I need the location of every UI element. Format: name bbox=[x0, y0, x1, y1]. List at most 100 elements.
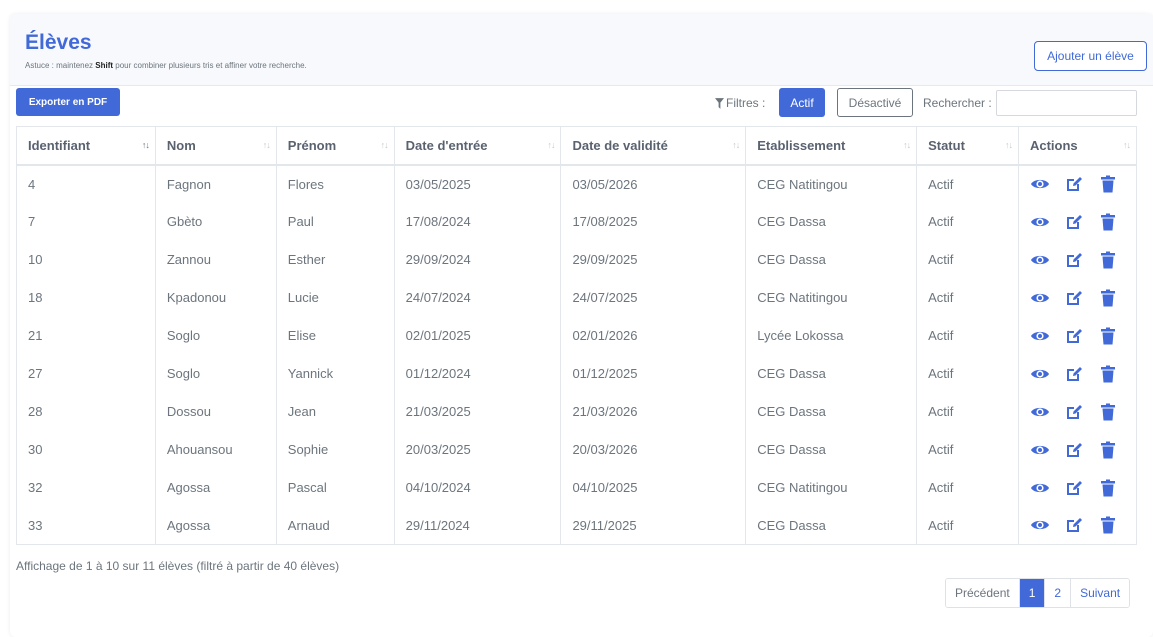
trash-icon[interactable] bbox=[1098, 440, 1118, 460]
cell-prenom: Arnaud bbox=[275, 506, 395, 545]
next-page-button[interactable]: Suivant bbox=[1070, 579, 1130, 607]
col-header-statut[interactable]: Statut ↑↓ bbox=[916, 126, 1019, 166]
col-label: Nom bbox=[166, 137, 196, 153]
trash-icon[interactable] bbox=[1098, 515, 1118, 535]
cell-nom: Agossa bbox=[154, 468, 277, 507]
col-header-nom[interactable]: Nom ↑↓ bbox=[154, 126, 277, 166]
cell-prenom: Sophie bbox=[275, 430, 395, 469]
edit-icon[interactable] bbox=[1064, 440, 1084, 460]
search-label: Rechercher : bbox=[923, 96, 992, 110]
cell-nom: Zannou bbox=[154, 240, 277, 279]
export-pdf-button[interactable]: Exporter en PDF bbox=[16, 88, 120, 116]
trash-icon[interactable] bbox=[1098, 402, 1118, 422]
cell-etablissement: Lycée Lokossa bbox=[745, 316, 918, 355]
prev-page-button[interactable]: Précédent bbox=[946, 579, 1019, 607]
edit-icon[interactable] bbox=[1064, 515, 1084, 535]
edit-icon[interactable] bbox=[1064, 250, 1084, 270]
col-header-identifiant[interactable]: Identifiant ↑↓ bbox=[16, 126, 156, 166]
trash-icon[interactable] bbox=[1098, 250, 1118, 270]
table-body: 4 Fagnon Flores 03/05/2025 03/05/2026 CEG Nat… bbox=[16, 164, 1138, 545]
eye-icon[interactable] bbox=[1030, 478, 1050, 498]
cell-prenom: Flores bbox=[275, 164, 395, 203]
cell-actions bbox=[1017, 392, 1138, 431]
eye-icon[interactable] bbox=[1030, 288, 1050, 308]
cell-date-entree: 24/07/2024 bbox=[393, 278, 562, 317]
cell-statut: Actif bbox=[916, 430, 1019, 469]
trash-icon[interactable] bbox=[1098, 326, 1118, 346]
table-info: Affichage de 1 à 10 sur 11 élèves (filtr… bbox=[16, 559, 340, 573]
hint-prefix: Astuce : maintenez bbox=[25, 61, 96, 70]
eye-icon[interactable] bbox=[1030, 402, 1050, 422]
cell-etablissement: CEG Dassa bbox=[745, 392, 918, 431]
eye-icon[interactable] bbox=[1030, 515, 1050, 535]
cell-identifiant: 7 bbox=[16, 202, 156, 241]
col-header-date-entree[interactable]: Date d'entrée ↑↓ bbox=[393, 126, 562, 166]
cell-date-entree: 04/10/2024 bbox=[393, 468, 562, 507]
cell-date-validite: 02/01/2026 bbox=[560, 316, 747, 355]
cell-prenom: Jean bbox=[275, 392, 395, 431]
filter-inactive-button[interactable]: Désactivé bbox=[837, 88, 913, 117]
eye-icon[interactable] bbox=[1030, 212, 1050, 232]
cell-date-entree: 03/05/2025 bbox=[393, 164, 562, 203]
edit-icon[interactable] bbox=[1064, 478, 1084, 498]
sort-icon: ↑↓ bbox=[547, 140, 555, 150]
eye-icon[interactable] bbox=[1030, 440, 1050, 460]
table-row: 33 Agossa Arnaud 29/11/2024 29/11/2025 CEG Da… bbox=[16, 506, 1138, 545]
cell-date-entree: 20/03/2025 bbox=[393, 430, 562, 469]
search-input[interactable] bbox=[996, 90, 1137, 116]
cell-prenom: Elise bbox=[275, 316, 395, 355]
eye-icon[interactable] bbox=[1030, 326, 1050, 346]
row-actions bbox=[1030, 440, 1125, 460]
col-label: Statut bbox=[928, 137, 965, 153]
edit-icon[interactable] bbox=[1064, 288, 1084, 308]
trash-icon[interactable] bbox=[1098, 212, 1118, 232]
cell-nom: Gbèto bbox=[154, 202, 277, 241]
cell-prenom: Lucie bbox=[275, 278, 395, 317]
cell-etablissement: CEG Dassa bbox=[745, 240, 918, 279]
cell-prenom: Paul bbox=[275, 202, 395, 241]
eye-icon[interactable] bbox=[1030, 364, 1050, 384]
sort-icon: ↑↓ bbox=[1004, 140, 1013, 150]
edit-icon[interactable] bbox=[1064, 326, 1084, 346]
page-1-button[interactable]: 1 bbox=[1018, 579, 1045, 607]
cell-actions bbox=[1017, 506, 1138, 545]
edit-icon[interactable] bbox=[1064, 364, 1084, 384]
trash-icon[interactable] bbox=[1098, 364, 1118, 384]
cell-identifiant: 4 bbox=[16, 164, 156, 203]
trash-icon[interactable] bbox=[1098, 288, 1118, 308]
cell-actions bbox=[1017, 278, 1138, 317]
hint-key: Shift bbox=[95, 61, 114, 70]
cell-date-validite: 01/12/2025 bbox=[560, 354, 747, 393]
table-row: 32 Agossa Pascal 04/10/2024 04/10/2025 CEG Na… bbox=[16, 468, 1138, 507]
col-header-actions[interactable]: Actions ↑↓ bbox=[1017, 126, 1138, 166]
col-header-date-validite[interactable]: Date de validité ↑↓ bbox=[560, 126, 747, 166]
eye-icon[interactable] bbox=[1030, 250, 1050, 270]
table-header-row: Identifiant ↑↓ Nom ↑↓ Prénom ↑↓ Date d'entr… bbox=[16, 126, 1138, 166]
edit-icon[interactable] bbox=[1064, 402, 1084, 422]
cell-statut: Actif bbox=[916, 354, 1019, 393]
trash-icon[interactable] bbox=[1098, 478, 1118, 498]
edit-icon[interactable] bbox=[1064, 174, 1084, 194]
table-row: 10 Zannou Esther 29/09/2024 29/09/2025 CEG Da… bbox=[16, 240, 1138, 279]
cell-statut: Actif bbox=[916, 164, 1019, 203]
table-row: 7 Gbèto Paul 17/08/2024 17/08/2025 CEG Dassa A… bbox=[16, 202, 1138, 241]
cell-nom: Kpadonou bbox=[154, 278, 277, 317]
trash-icon[interactable] bbox=[1098, 174, 1118, 194]
cell-date-validite: 21/03/2026 bbox=[560, 392, 747, 431]
cell-statut: Actif bbox=[916, 392, 1019, 431]
cell-statut: Actif bbox=[916, 278, 1019, 317]
eye-icon[interactable] bbox=[1030, 174, 1050, 194]
table-row: 4 Fagnon Flores 03/05/2025 03/05/2026 CEG Nat… bbox=[16, 164, 1138, 203]
col-header-prenom[interactable]: Prénom ↑↓ bbox=[275, 126, 395, 166]
sort-icon: ↑↓ bbox=[732, 140, 740, 150]
cell-date-entree: 02/01/2025 bbox=[393, 316, 562, 355]
sort-icon: ↑↓ bbox=[903, 140, 911, 150]
page-2-button[interactable]: 2 bbox=[1044, 579, 1071, 607]
edit-icon[interactable] bbox=[1064, 212, 1084, 232]
cell-identifiant: 21 bbox=[16, 316, 156, 355]
cell-statut: Actif bbox=[916, 240, 1019, 279]
add-student-button[interactable]: Ajouter un élève bbox=[1034, 41, 1147, 71]
sort-icon: ↑↓ bbox=[1123, 140, 1131, 150]
col-header-etablissement[interactable]: Etablissement ↑↓ bbox=[745, 126, 918, 166]
filter-active-button[interactable]: Actif bbox=[779, 88, 825, 117]
